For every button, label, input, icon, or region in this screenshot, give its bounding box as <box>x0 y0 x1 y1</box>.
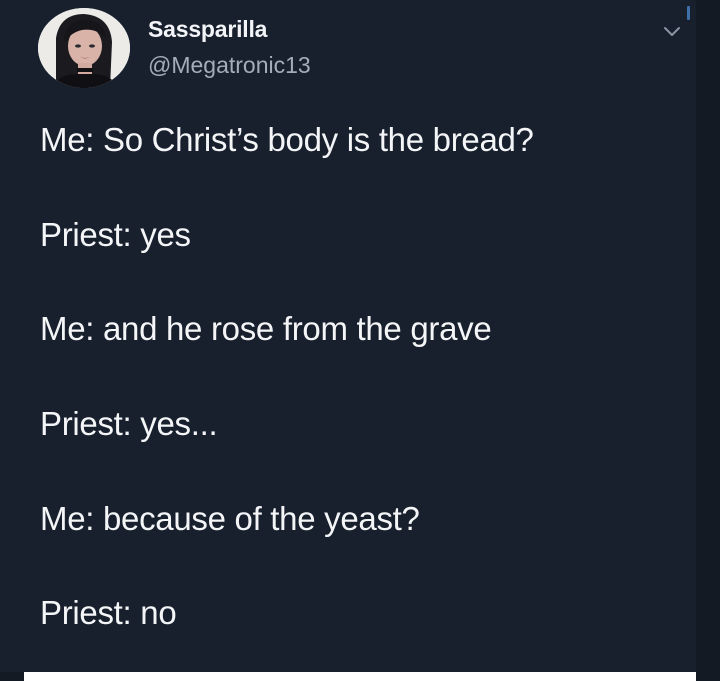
display-name[interactable]: Sassparilla <box>148 16 267 43</box>
tweet-text-line: Priest: no <box>40 594 177 631</box>
tweet-text-line: Me: because of the yeast? <box>40 500 420 537</box>
scroll-indicator <box>687 6 690 20</box>
chevron-down-icon[interactable] <box>662 24 682 38</box>
tweet-card: Sassparilla @Megatronic13 Me: So Christ’… <box>0 0 696 672</box>
tweet-text-line: Priest: yes <box>40 216 191 253</box>
frame-edge-right <box>696 0 720 681</box>
frame-edge-bottom <box>0 672 24 681</box>
avatar[interactable] <box>38 8 130 88</box>
tweet-text-line: Me: and he rose from the grave <box>40 310 492 347</box>
tweet-text-line: Priest: yes... <box>40 405 218 442</box>
avatar-photo-icon <box>38 8 130 88</box>
frame-edge-bottom-light <box>24 672 696 681</box>
tweet-text-line: Me: So Christ’s body is the bread? <box>40 121 534 158</box>
user-handle[interactable]: @Megatronic13 <box>148 52 311 79</box>
